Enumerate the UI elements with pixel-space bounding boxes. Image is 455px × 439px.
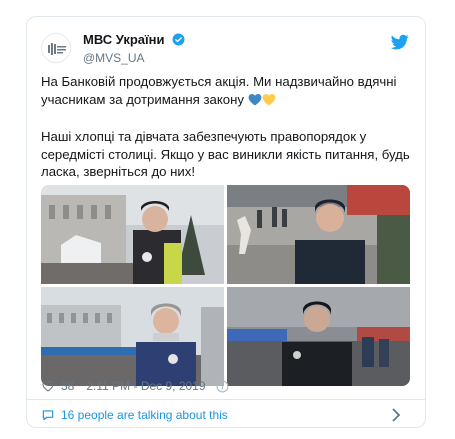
avatar[interactable] <box>41 33 71 63</box>
display-name[interactable]: МВС України <box>83 32 165 47</box>
tweet-card[interactable]: МВС України @MVS_UA На Банковій продовжу… <box>26 16 426 428</box>
photo-1[interactable] <box>41 185 224 284</box>
heart-icon[interactable] <box>41 379 55 393</box>
speech-bubble-icon <box>42 410 54 421</box>
timestamp[interactable]: 2:11 PM - Dec 9, 2019 <box>86 379 205 393</box>
photo-4[interactable] <box>227 287 410 386</box>
chevron-right-icon[interactable] <box>391 408 401 422</box>
tweet-text: На Банковій продовжується акція. Ми надз… <box>41 73 413 181</box>
like-count[interactable]: 38 <box>61 379 74 393</box>
photo-grid[interactable] <box>41 185 410 386</box>
info-icon[interactable] <box>216 380 229 393</box>
talking-count[interactable]: 16 people are talking about this <box>61 408 228 422</box>
tweet-meta: 38 2:11 PM - Dec 9, 2019 <box>41 377 229 395</box>
tweet-paragraph: На Банковій продовжується акція. Ми надз… <box>41 73 413 110</box>
blue-heart-icon <box>248 93 262 105</box>
tweet-paragraph: Наші хлопці та дівчата забезпечують прав… <box>41 129 410 179</box>
divider <box>27 399 425 400</box>
photo-3[interactable] <box>41 287 224 386</box>
user-handle[interactable]: @MVS_UA <box>83 51 185 65</box>
conversation-link[interactable]: 16 people are talking about this <box>41 405 411 425</box>
heart-emojis <box>248 93 276 111</box>
yellow-heart-icon <box>262 93 276 105</box>
verified-badge-icon <box>172 33 185 46</box>
tweet-header: МВС України @MVS_UA <box>41 31 411 71</box>
twitter-bird-icon[interactable] <box>391 33 409 51</box>
photo-2[interactable] <box>227 185 410 284</box>
